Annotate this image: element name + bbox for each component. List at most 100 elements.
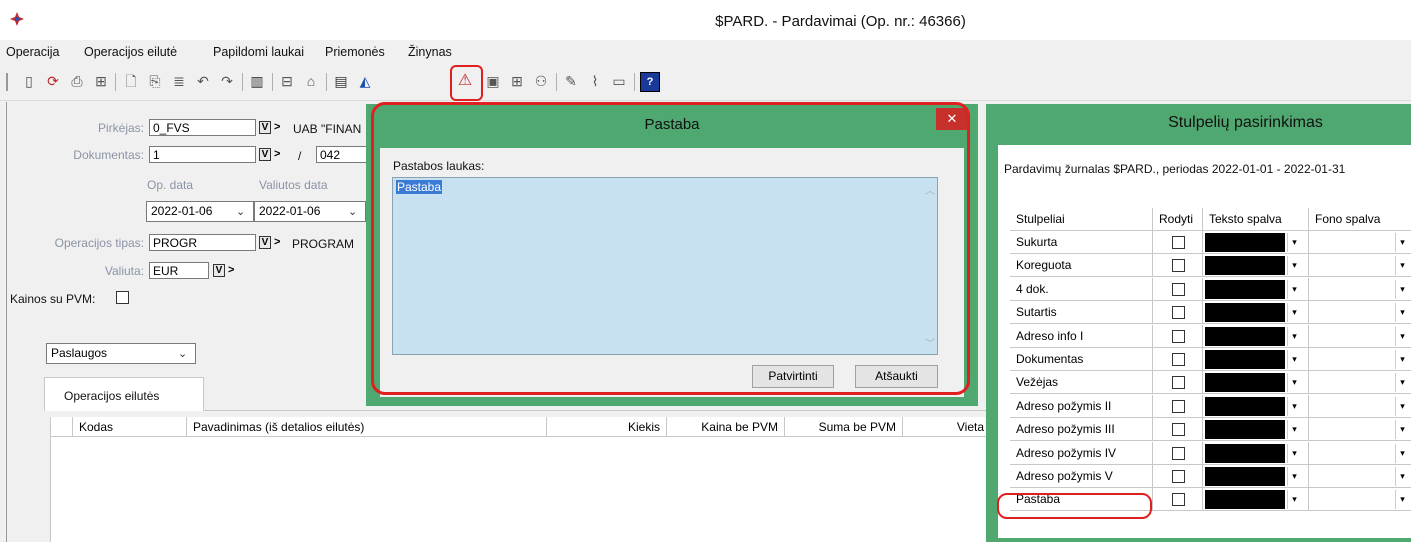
op-type-dropdown-icon[interactable]: V	[259, 236, 271, 249]
pin-icon[interactable]: ✎	[562, 72, 580, 90]
currency-input[interactable]: EUR	[149, 262, 209, 279]
new-document-icon[interactable]: 🗋	[122, 72, 140, 90]
show-checkbox[interactable]	[1172, 259, 1185, 273]
background-color-cell[interactable]: ▾	[1309, 371, 1411, 395]
op-type-input[interactable]: PROGR	[149, 234, 256, 251]
chevron-down-icon[interactable]: ▾	[1395, 420, 1409, 440]
document-dropdown-icon[interactable]: V	[259, 148, 271, 161]
chevron-down-icon[interactable]: ▾	[1395, 303, 1409, 323]
show-checkbox[interactable]	[1172, 423, 1185, 437]
chevron-down-icon[interactable]: ▾	[1287, 350, 1301, 369]
chevron-down-icon[interactable]: ⌄	[236, 205, 245, 218]
redo-icon[interactable]: ↷	[218, 72, 236, 90]
help-icon[interactable]: ?	[640, 72, 660, 92]
chevron-down-icon[interactable]: ▾	[1395, 373, 1409, 393]
document-lookup-icon[interactable]: >	[274, 148, 280, 160]
text-color-cell[interactable]: ▾	[1203, 301, 1309, 325]
background-color-cell[interactable]: ▾	[1309, 418, 1411, 442]
op-type-lookup-icon[interactable]: >	[274, 236, 280, 248]
chevron-down-icon[interactable]: ▾	[1395, 256, 1409, 276]
column-header-kodas[interactable]: Kodas	[73, 417, 187, 437]
text-color-cell[interactable]: ▾	[1203, 254, 1309, 278]
column-row[interactable]: Koreguota ▾ ▾	[1010, 254, 1411, 278]
chevron-down-icon[interactable]: ⌄	[348, 205, 357, 218]
chevron-down-icon[interactable]: ▾	[1395, 443, 1409, 463]
column-row[interactable]: Dokumentas ▾ ▾	[1010, 348, 1411, 371]
chevron-down-icon[interactable]: ▾	[1395, 279, 1409, 299]
chevron-down-icon[interactable]: ▾	[1287, 490, 1301, 510]
chevron-down-icon[interactable]: ▾	[1287, 303, 1301, 323]
text-color-cell[interactable]: ▾	[1203, 371, 1309, 395]
undo-icon[interactable]: ↶	[194, 72, 212, 90]
currency-dropdown-icon[interactable]: V	[213, 264, 225, 277]
document-number-input[interactable]: 042	[316, 146, 372, 163]
column-row[interactable]: Adreso požymis II ▾ ▾	[1010, 394, 1411, 418]
menu-priemones[interactable]: Priemonės	[325, 45, 385, 59]
show-checkbox[interactable]	[1172, 353, 1185, 366]
column-row[interactable]: Vežėjas ▾ ▾	[1010, 371, 1411, 395]
buyer-lookup-icon[interactable]: >	[274, 121, 280, 133]
chevron-down-icon[interactable]: ▾	[1287, 420, 1301, 440]
show-checkbox[interactable]	[1172, 470, 1185, 483]
column-row[interactable]: 4 dok. ▾ ▾	[1010, 277, 1411, 301]
chevron-down-icon[interactable]: ▾	[1395, 490, 1409, 510]
chevron-down-icon[interactable]: ⌄	[178, 347, 187, 360]
column-row[interactable]: Adreso požymis III ▾ ▾	[1010, 418, 1411, 442]
chevron-down-icon[interactable]: ▾	[1287, 279, 1301, 299]
column-row[interactable]: Adreso požymis IV ▾ ▾	[1010, 441, 1411, 465]
eraser-icon[interactable]: ◭	[356, 72, 374, 90]
background-color-cell[interactable]: ▾	[1309, 325, 1411, 348]
show-checkbox[interactable]	[1172, 399, 1185, 413]
columns-icon[interactable]: ▥	[248, 72, 266, 90]
chevron-down-icon[interactable]: ▾	[1287, 233, 1301, 252]
background-color-cell[interactable]: ▾	[1309, 301, 1411, 325]
column-header-vieta[interactable]: Vieta	[903, 417, 991, 437]
text-color-cell[interactable]: ▾	[1203, 348, 1309, 371]
file-icon[interactable]: ▭	[610, 72, 628, 90]
form-icon[interactable]: ▣	[484, 72, 502, 90]
chevron-down-icon[interactable]: ▾	[1287, 373, 1301, 393]
text-color-cell[interactable]: ▾	[1203, 488, 1309, 512]
chevron-down-icon[interactable]: ▾	[1287, 326, 1301, 346]
text-color-cell[interactable]: ▾	[1203, 465, 1309, 488]
text-color-cell[interactable]: ▾	[1203, 277, 1309, 301]
chevron-down-icon[interactable]: ▾	[1395, 396, 1409, 416]
menu-papildomi-laukai[interactable]: Papildomi laukai	[213, 45, 304, 59]
list-icon[interactable]: ≣	[170, 72, 188, 90]
column-row[interactable]: Sutartis ▾ ▾	[1010, 301, 1411, 325]
text-color-cell[interactable]: ▾	[1203, 324, 1309, 348]
column-row[interactable]: Sukurta ▾ ▾	[1010, 231, 1411, 254]
chevron-down-icon[interactable]: ▾	[1395, 350, 1409, 369]
text-color-cell[interactable]: ▾	[1203, 231, 1309, 254]
column-row[interactable]: Adreso požymis V ▾ ▾	[1010, 465, 1411, 488]
show-checkbox[interactable]	[1172, 236, 1185, 249]
chevron-down-icon[interactable]: ▾	[1287, 396, 1301, 416]
services-select[interactable]: Paslaugos	[46, 343, 196, 364]
background-color-cell[interactable]: ▾	[1309, 465, 1411, 488]
background-color-cell[interactable]: ▾	[1309, 278, 1411, 301]
show-checkbox[interactable]	[1172, 306, 1185, 320]
text-color-cell[interactable]: ▾	[1203, 418, 1309, 442]
column-header-kiekis[interactable]: Kiekis	[547, 417, 667, 437]
users-icon[interactable]: ⚇	[532, 72, 550, 90]
show-checkbox[interactable]	[1172, 446, 1185, 460]
document-series-input[interactable]: 1	[149, 146, 256, 163]
background-color-cell[interactable]: ▾	[1309, 348, 1411, 371]
attach-icon[interactable]: ⌇	[586, 72, 604, 90]
show-checkbox[interactable]	[1172, 376, 1185, 390]
open-book-icon[interactable]: ⊟	[278, 72, 296, 90]
menu-zinynas[interactable]: Žinynas	[408, 45, 452, 59]
chevron-down-icon[interactable]: ▾	[1395, 233, 1409, 252]
text-color-cell[interactable]: ▾	[1203, 441, 1309, 465]
buyer-dropdown-icon[interactable]: V	[259, 121, 271, 134]
column-row[interactable]: Adreso info I ▾ ▾	[1010, 324, 1411, 348]
chevron-down-icon[interactable]: ▾	[1287, 256, 1301, 276]
chevron-down-icon[interactable]: ▾	[1395, 467, 1409, 486]
column-header-pavadinimas[interactable]: Pavadinimas (iš detalios eilutės)	[187, 417, 547, 437]
print-icon[interactable]: ⎙	[68, 72, 86, 90]
show-checkbox[interactable]	[1172, 329, 1185, 343]
background-color-cell[interactable]: ▾	[1309, 488, 1411, 512]
background-color-cell[interactable]: ▾	[1309, 231, 1411, 254]
document-edit-icon[interactable]: ▤	[332, 72, 350, 90]
menu-operacijos-eilute[interactable]: Operacijos eilutė	[84, 45, 177, 59]
